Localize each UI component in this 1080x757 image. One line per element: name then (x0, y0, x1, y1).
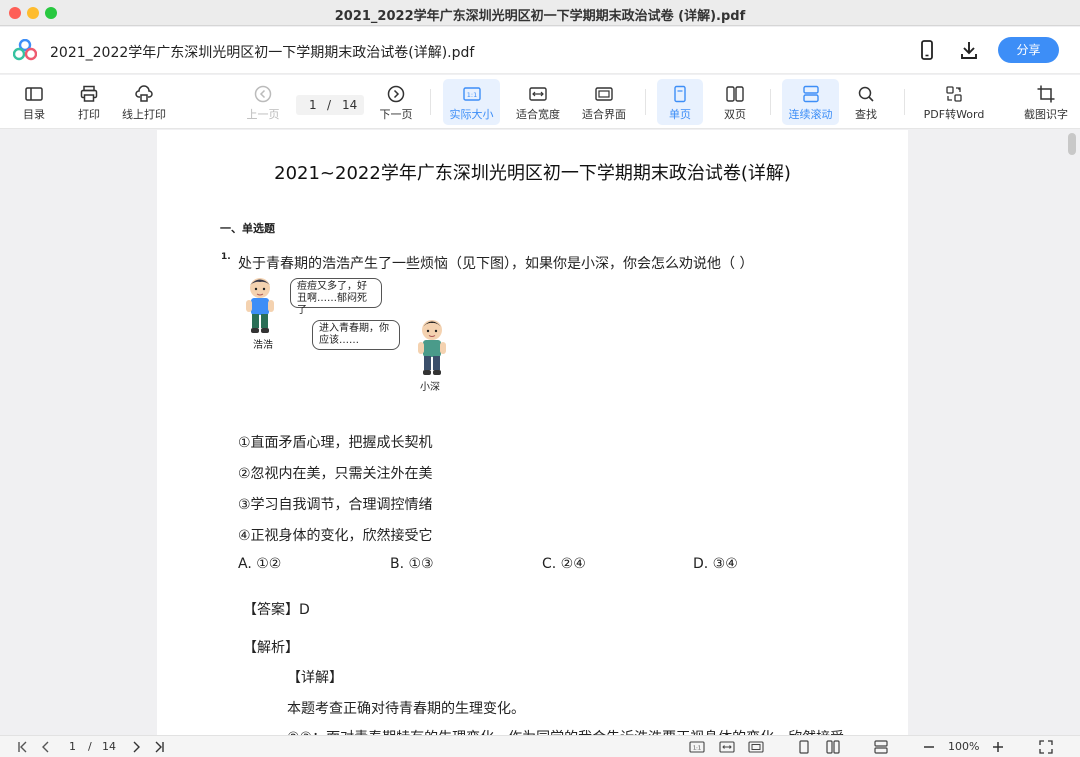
prev-page-icon[interactable] (39, 739, 53, 755)
toolbar: 目录 打印 线上打印 上一页 下一页 1:1 实际大小 适合宽度 适合界面 单页… (0, 75, 1080, 129)
statement-1: ①直面矛盾心理，把握成长契机 (238, 435, 433, 451)
fit-page-small-icon[interactable] (748, 739, 764, 755)
next-page-button[interactable]: 下一页 (376, 79, 416, 125)
last-page-icon[interactable] (152, 739, 166, 755)
question-text: 处于青春期的浩浩产生了一些烦恼（见下图），如果你是小深，你会怎么劝说他（ ） (238, 256, 754, 272)
speech-bubble-xiaoshen: 进入青春期，你应该…… (312, 320, 400, 350)
page-separator: / (327, 98, 332, 112)
zoom-in-icon[interactable] (991, 739, 1005, 755)
find-button[interactable]: 查找 (846, 79, 886, 125)
toolbar-divider (904, 89, 905, 115)
document-viewer: 2021~2022学年广东深圳光明区初一下学期期末政治试卷(详解) 一、单选题 … (0, 130, 1080, 735)
detail-text: 本题考查正确对待青春期的生理变化。 (287, 701, 525, 717)
detail-partial-text: ②③：面对青春期特有的生理变化，作为同学的我会告诉浩浩要正视身体的变化，欣然接受 (287, 727, 844, 735)
toolbar-divider (770, 89, 771, 115)
actual-size-icon: 1:1 (462, 87, 481, 101)
print-button[interactable]: 打印 (69, 79, 109, 125)
online-print-button[interactable]: 线上打印 (119, 79, 169, 125)
single-page-icon (674, 85, 686, 103)
crop-icon (1037, 85, 1055, 103)
fit-page-button[interactable]: 适合界面 (576, 79, 632, 125)
single-page-small-icon[interactable] (797, 739, 811, 755)
fullscreen-icon[interactable] (1039, 739, 1053, 755)
caption-xiaoshen: 小深 (420, 382, 440, 393)
status-page-separator: / (88, 740, 92, 753)
option-d: D. ③④ (693, 556, 738, 572)
status-current-page[interactable]: 1 (69, 740, 76, 753)
status-bar: 1 / 14 1:1 100% (0, 735, 1080, 757)
toolbar-divider (430, 89, 431, 115)
speech-bubble-haohao: 痘痘又多了，好丑啊……郁闷死了 (290, 278, 382, 316)
continuous-scroll-button[interactable]: 连续滚动 (782, 79, 839, 125)
answer-label: 【答案】 (243, 602, 299, 618)
statement-2: ②忽视内在美，只需关注外在美 (238, 466, 433, 482)
toolbar-divider (645, 89, 646, 115)
double-page-small-icon[interactable] (826, 739, 840, 755)
statement-4: ④正视身体的变化，欣然接受它 (238, 528, 433, 544)
pdf-page: 2021~2022学年广东深圳光明区初一下学期期末政治试卷(详解) 一、单选题 … (157, 130, 908, 735)
caption-haohao: 浩浩 (253, 340, 273, 351)
app-logo-icon (13, 39, 37, 61)
cloud-print-icon (135, 85, 153, 102)
fit-page-icon (595, 87, 613, 101)
answer-line: 【答案】D (243, 599, 310, 619)
contents-icon (25, 87, 43, 101)
document-heading: 2021~2022学年广东深圳光明区初一下学期期末政治试卷(详解) (274, 163, 791, 184)
double-page-button[interactable]: 双页 (712, 79, 758, 125)
current-page-value: 1 (309, 98, 317, 112)
fit-width-small-icon[interactable] (719, 739, 735, 755)
double-page-icon (726, 86, 744, 102)
document-title: 2021_2022学年广东深圳光明区初一下学期期末政治试卷(详解).pdf (50, 45, 475, 61)
fit-width-button[interactable]: 适合宽度 (510, 79, 566, 125)
continuous-scroll-icon (802, 85, 819, 103)
option-c: C. ②④ (542, 556, 586, 572)
contents-button[interactable]: 目录 (14, 79, 54, 125)
analysis-label: 【解析】 (243, 640, 299, 656)
zoom-level[interactable]: 100% (948, 740, 979, 753)
window-titlebar: 2021_2022学年广东深圳光明区初一下学期期末政治试卷 (详解).pdf (0, 0, 1080, 26)
download-icon[interactable] (958, 39, 980, 61)
boy-xiaoshen-illustration (418, 320, 446, 375)
continuous-scroll-small-icon[interactable] (874, 739, 888, 755)
arrow-right-circle-icon (387, 85, 405, 103)
answer-value: D (299, 602, 310, 618)
window-title: 2021_2022学年广东深圳光明区初一下学期期末政治试卷 (详解).pdf (334, 9, 746, 24)
option-b: B. ①③ (390, 556, 434, 572)
phone-icon[interactable] (916, 39, 938, 61)
app-header: 2021_2022学年广东深圳光明区初一下学期期末政治试卷(详解).pdf 分享 (0, 27, 1080, 74)
printer-icon (80, 85, 98, 102)
svg-text:1:1: 1:1 (466, 91, 476, 99)
actual-size-button[interactable]: 1:1 实际大小 (443, 79, 500, 125)
svg-text:1:1: 1:1 (693, 746, 701, 752)
detail-label: 【详解】 (287, 670, 343, 686)
question-number: 1. (221, 252, 231, 262)
vertical-scrollbar[interactable] (1068, 133, 1076, 155)
status-total-pages: 14 (102, 740, 116, 753)
option-a: A. ①② (238, 556, 282, 572)
fit-width-icon (529, 87, 547, 101)
search-icon (858, 86, 874, 102)
statement-3: ③学习自我调节，合理调控情绪 (238, 497, 433, 513)
convert-icon (946, 86, 962, 102)
section-heading: 一、单选题 (220, 222, 275, 235)
arrow-left-circle-icon (254, 85, 272, 103)
page-number-input[interactable]: 1 / 14 (296, 95, 364, 115)
first-page-icon[interactable] (16, 739, 30, 755)
pdf-to-word-button[interactable]: PDF转Word (920, 79, 988, 125)
next-page-icon[interactable] (129, 739, 143, 755)
share-button[interactable]: 分享 (998, 37, 1059, 63)
boy-haohao-illustration (246, 278, 274, 333)
zoom-out-icon[interactable] (922, 739, 936, 755)
single-page-button[interactable]: 单页 (657, 79, 703, 125)
prev-page-button[interactable]: 上一页 (243, 79, 283, 125)
actual-size-small-icon[interactable]: 1:1 (689, 739, 705, 755)
ocr-capture-button[interactable]: 截图识字 (1018, 79, 1074, 125)
total-pages-value: 14 (342, 98, 358, 112)
